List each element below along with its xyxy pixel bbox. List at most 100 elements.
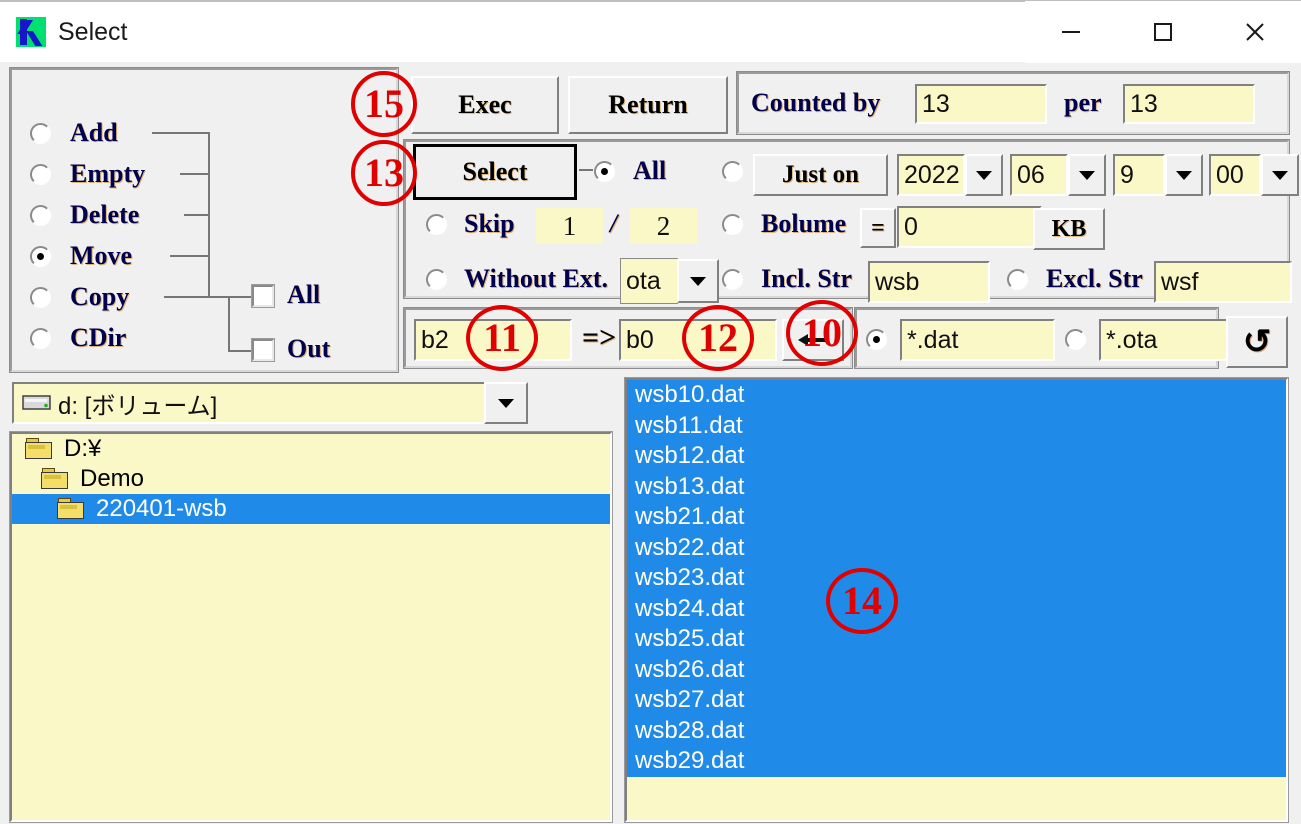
folder-tree[interactable]: D:¥ Demo 220401-wsb <box>9 431 613 823</box>
label-without-ext: Without Ext. <box>464 264 608 293</box>
label-empty: Empty <box>70 159 146 188</box>
excl-str-input[interactable]: wsf <box>1154 261 1292 303</box>
list-item[interactable]: wsb12.dat <box>627 441 1286 472</box>
radio-all[interactable] <box>594 161 615 182</box>
list-item[interactable]: wsb23.dat <box>627 563 1286 594</box>
file-list[interactable]: wsb10.dat wsb11.dat wsb12.dat wsb13.dat … <box>624 377 1289 823</box>
radio-just-on[interactable] <box>722 161 743 182</box>
radio-skip[interactable] <box>426 214 447 235</box>
label-checkbox-all: All <box>287 280 321 309</box>
connector-add <box>152 132 210 134</box>
list-item[interactable]: wsb29.dat <box>627 746 1286 777</box>
skip-from-input[interactable]: 1 <box>536 208 603 244</box>
folder-icon <box>56 497 88 521</box>
drive-icon <box>22 393 52 413</box>
hour-dropdown-arrow[interactable] <box>1261 154 1299 196</box>
tree-item-demo[interactable]: Demo <box>12 464 610 494</box>
month-select-value[interactable]: 06 <box>1010 154 1068 196</box>
annotation-14: 14 <box>826 568 898 634</box>
label-excl-str: Excl. Str <box>1046 264 1143 293</box>
app-logo-icon <box>16 17 46 47</box>
list-item[interactable]: wsb22.dat <box>627 532 1286 563</box>
exec-button[interactable]: Exec <box>411 76 559 134</box>
radio-without-ext[interactable] <box>426 269 447 290</box>
connector-branch <box>228 296 230 352</box>
counted-by-input[interactable]: 13 <box>915 84 1047 124</box>
radio-pattern-secondary[interactable] <box>1065 329 1086 350</box>
window-controls <box>1025 1 1301 63</box>
radio-empty[interactable] <box>30 164 51 185</box>
incl-str-input[interactable]: wsb <box>868 261 990 303</box>
list-item[interactable]: wsb21.dat <box>627 502 1286 533</box>
label-incl-str: Incl. Str <box>761 264 852 293</box>
radio-add[interactable] <box>30 123 51 144</box>
label-move: Move <box>70 241 133 270</box>
hour-select-value[interactable]: 00 <box>1209 154 1261 196</box>
per-label: per <box>1064 88 1102 117</box>
connector-delete <box>184 214 210 216</box>
rename-arrow: => <box>582 321 617 354</box>
radio-copy[interactable] <box>30 287 51 308</box>
checkbox-all[interactable] <box>251 284 275 308</box>
radio-excl-str[interactable] <box>1007 269 1028 290</box>
tree-item-220401-wsb[interactable]: 220401-wsb <box>12 494 610 524</box>
return-button[interactable]: Return <box>568 76 728 134</box>
checkbox-out[interactable] <box>251 338 275 362</box>
pattern-panel: *.dat *.ota <box>854 307 1247 369</box>
kb-unit-button[interactable]: KB <box>1033 208 1105 250</box>
list-item[interactable]: wsb26.dat <box>627 654 1286 685</box>
per-input[interactable]: 13 <box>1123 84 1255 124</box>
radio-pattern-primary[interactable] <box>866 329 887 350</box>
list-item[interactable]: wsb25.dat <box>627 624 1286 655</box>
year-dropdown-arrow[interactable] <box>965 154 1003 196</box>
list-item[interactable]: wsb10.dat <box>627 380 1286 411</box>
without-ext-dropdown-arrow[interactable] <box>677 259 719 303</box>
radio-move[interactable] <box>30 246 51 267</box>
counted-by-label: Counted by <box>751 88 881 117</box>
annotation-10: 10 <box>786 300 858 366</box>
tree-item-label: D:¥ <box>64 435 102 462</box>
radio-cdir[interactable] <box>30 328 51 349</box>
list-item[interactable]: wsb13.dat <box>627 471 1286 502</box>
refresh-button[interactable]: ↺ <box>1226 316 1288 368</box>
drive-label: d: [ボリューム] <box>58 392 218 420</box>
radio-delete[interactable] <box>30 205 51 226</box>
label-delete: Delete <box>70 200 140 229</box>
day-select-value[interactable]: 9 <box>1113 154 1165 196</box>
skip-separator: / <box>610 209 618 238</box>
radio-incl-str[interactable] <box>722 269 743 290</box>
close-button[interactable] <box>1209 1 1301 63</box>
list-item[interactable]: wsb24.dat <box>627 593 1286 624</box>
label-cdir: CDir <box>70 323 127 352</box>
bolume-value-input[interactable]: 0 <box>897 206 1042 248</box>
connector-move <box>170 255 210 257</box>
annotation-13: 13 <box>351 140 417 206</box>
label-add: Add <box>70 118 118 147</box>
drive-dropdown-arrow[interactable] <box>484 382 528 424</box>
label-copy: Copy <box>70 282 130 311</box>
tree-item-root[interactable]: D:¥ <box>12 434 610 464</box>
drive-combo[interactable]: d: [ボリューム] <box>12 382 522 424</box>
without-ext-value[interactable]: ota <box>620 258 678 304</box>
annotation-11: 11 <box>466 305 538 371</box>
title-bar: Select <box>0 0 1301 63</box>
select-button[interactable]: Select <box>413 144 577 200</box>
list-item[interactable]: wsb28.dat <box>627 715 1286 746</box>
just-on-button[interactable]: Just on <box>753 154 888 196</box>
minimize-button[interactable] <box>1025 1 1117 63</box>
pattern-primary-input[interactable]: *.dat <box>900 319 1055 361</box>
maximize-button[interactable] <box>1117 1 1209 63</box>
year-select-value[interactable]: 2022 <box>897 154 965 196</box>
day-dropdown-arrow[interactable] <box>1165 154 1203 196</box>
bolume-equals-button[interactable]: = <box>860 208 896 248</box>
skip-to-input[interactable]: 2 <box>630 208 697 244</box>
radio-bolume[interactable] <box>722 214 743 235</box>
month-dropdown-arrow[interactable] <box>1068 154 1106 196</box>
label-skip: Skip <box>464 209 515 238</box>
counter-panel: Counted by 13 per 13 <box>736 71 1290 135</box>
list-item[interactable]: wsb27.dat <box>627 685 1286 716</box>
pattern-secondary-input[interactable]: *.ota <box>1099 319 1247 361</box>
tree-item-label: Demo <box>80 465 145 492</box>
list-item[interactable]: wsb11.dat <box>627 410 1286 441</box>
filter-panel: Select All Just on 2022 06 9 00 Skip 1 /… <box>403 139 1299 304</box>
